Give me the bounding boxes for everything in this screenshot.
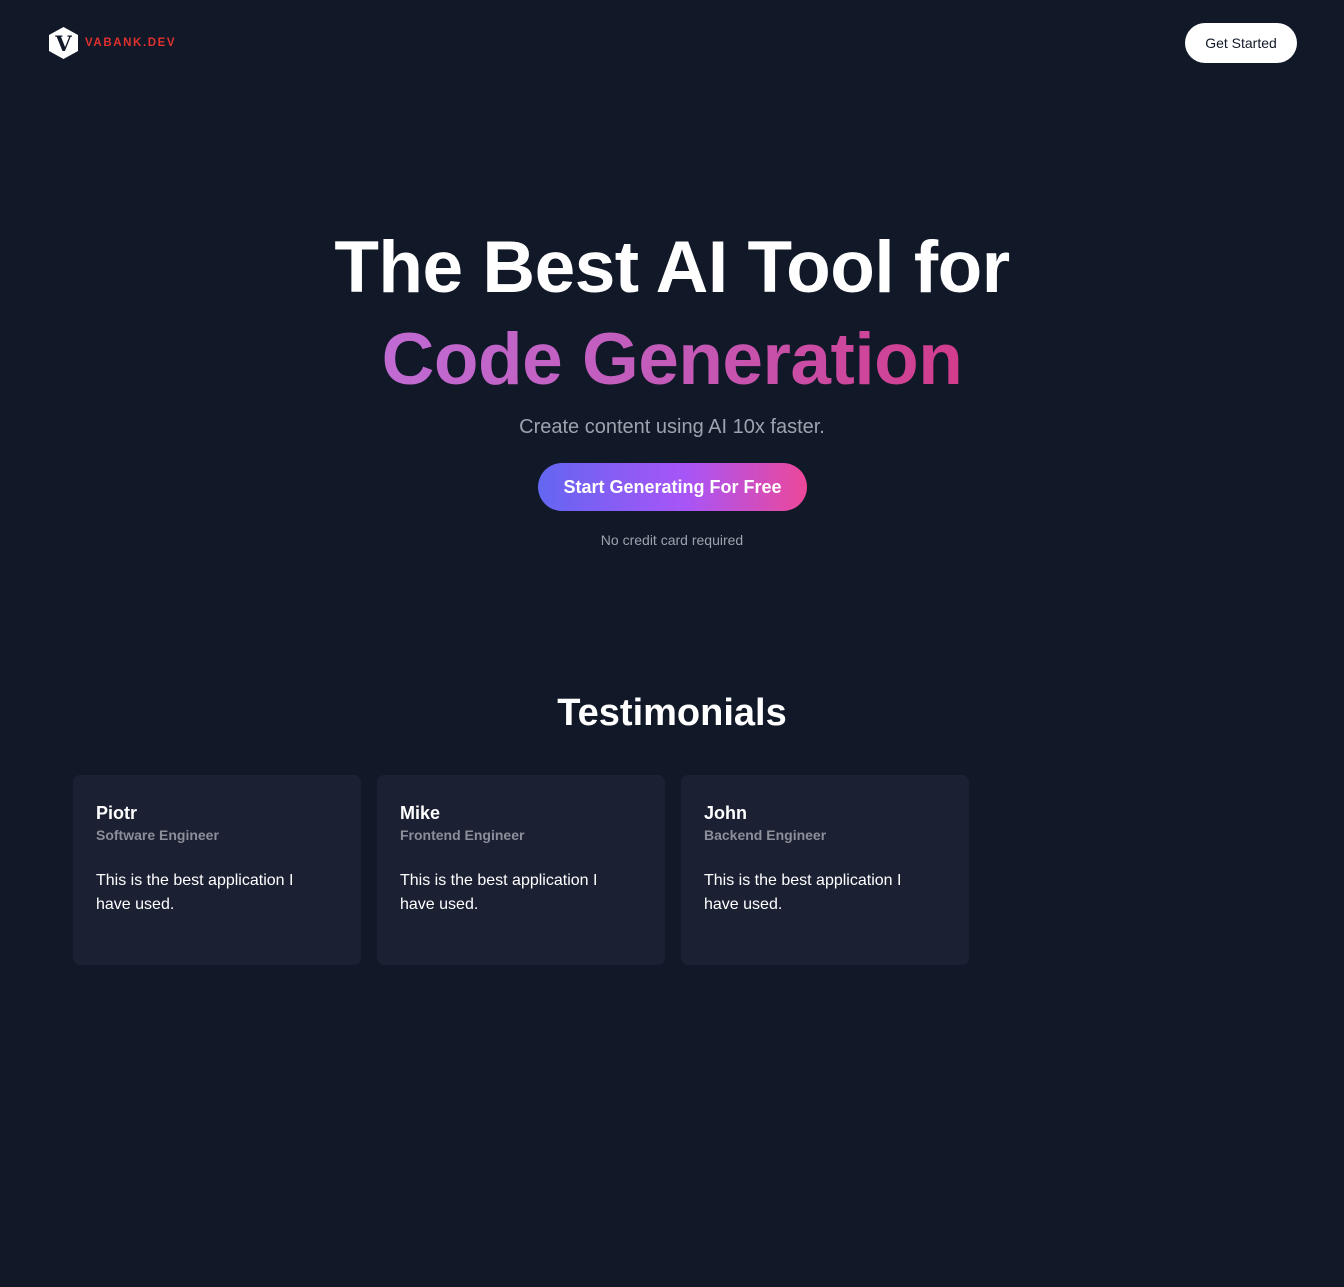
brand-name: VABANK.DEV: [85, 37, 177, 49]
get-started-button[interactable]: Get Started: [1185, 23, 1297, 63]
testimonial-name: John: [704, 803, 747, 823]
landing-page: V VABANK.DEV Get Started The Best AI Too…: [0, 0, 1344, 1287]
testimonial-card: John Backend Engineer This is the best a…: [681, 775, 969, 965]
testimonial-role: Software Engineer: [96, 827, 219, 843]
svg-text:V: V: [54, 31, 72, 56]
testimonial-role: Backend Engineer: [704, 827, 827, 843]
hero-title-line2: Code Generation: [382, 314, 963, 406]
testimonial-name: Piotr: [96, 803, 138, 823]
testimonial-quote: This is the best application I have used…: [96, 872, 294, 913]
no-credit-card-note: No credit card required: [600, 532, 744, 548]
testimonial-card: Piotr Software Engineer This is the best…: [73, 775, 361, 965]
testimonial-card: Mike Frontend Engineer This is the best …: [377, 775, 665, 965]
testimonial-quote: This is the best application I have used…: [704, 872, 902, 913]
hero-subtitle: Create content using AI 10x faster.: [519, 416, 825, 438]
testimonial-quote: This is the best application I have used…: [400, 872, 598, 913]
hero-title-line1: The Best AI Tool for: [334, 227, 1010, 308]
testimonials-heading: Testimonials: [557, 692, 787, 734]
hexagon-v-logo-icon: V: [49, 27, 78, 59]
testimonial-role: Frontend Engineer: [400, 827, 525, 843]
hero-title: The Best AI Tool for Code Generation: [0, 222, 1344, 406]
testimonial-list: Piotr Software Engineer This is the best…: [73, 775, 969, 965]
top-navigation: V VABANK.DEV Get Started: [0, 0, 1344, 86]
start-generating-button[interactable]: Start Generating For Free: [538, 463, 807, 511]
testimonial-name: Mike: [400, 803, 441, 823]
brand-logo[interactable]: V VABANK.DEV: [48, 26, 176, 60]
